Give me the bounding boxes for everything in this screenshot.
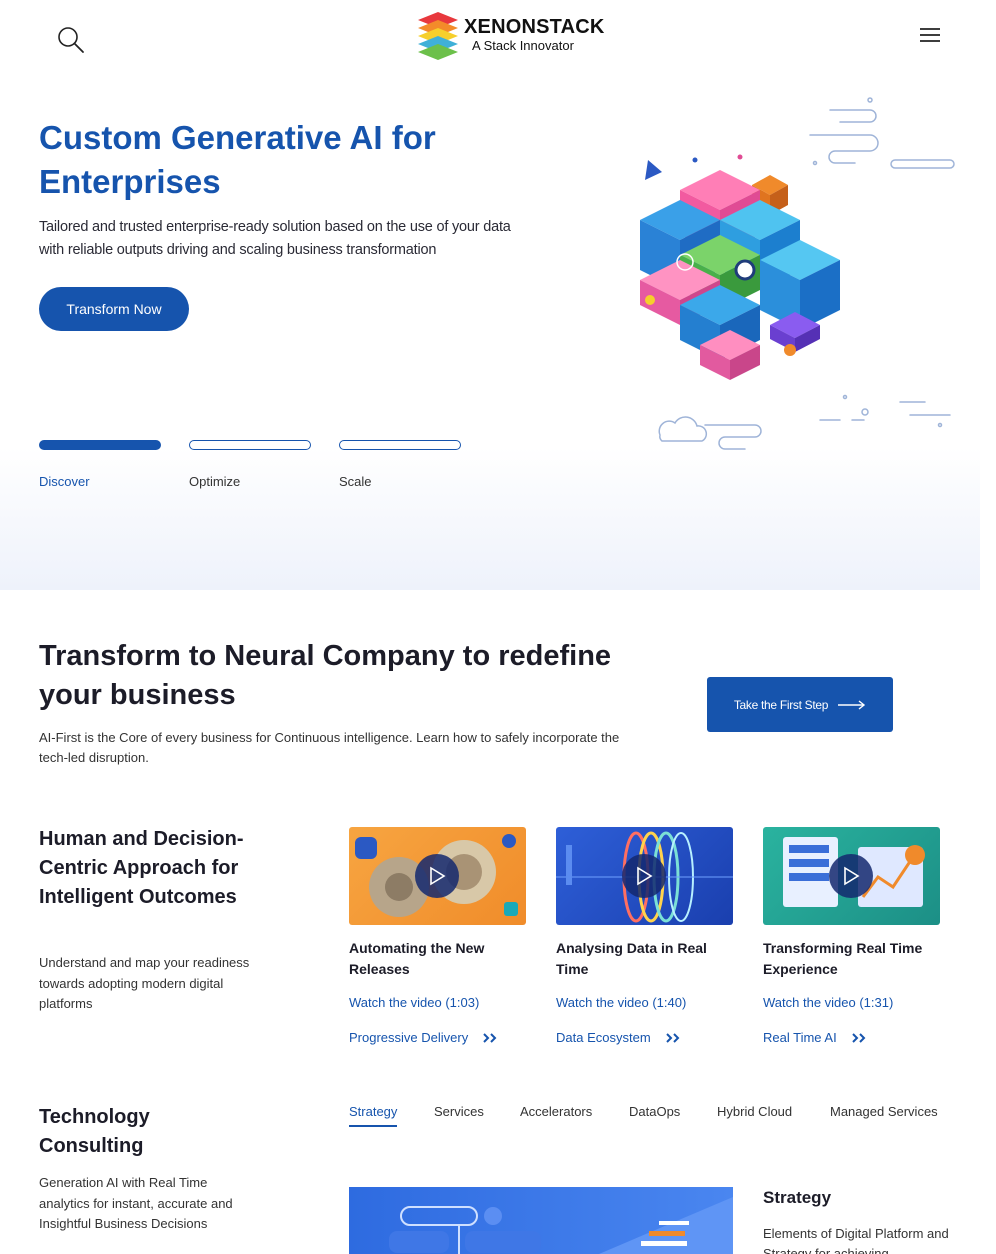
tab-hybrid-cloud[interactable]: Hybrid Cloud <box>717 1104 792 1119</box>
transform-now-button[interactable]: Transform Now <box>39 287 189 331</box>
consulting-tabs: Strategy Services Accelerators DataOps H… <box>349 1104 949 1130</box>
search-icon[interactable] <box>56 25 86 55</box>
hero-title: Custom Generative AI for Enterprises <box>39 119 436 200</box>
logo[interactable]: XENONSTACK A Stack Innovator <box>414 10 604 60</box>
topic-link-label: Data Ecosystem <box>556 1030 651 1045</box>
step-progress-bar <box>189 440 311 450</box>
logo-mark-icon <box>418 12 458 60</box>
topic-link-label: Real Time AI <box>763 1030 837 1045</box>
tab-strategy[interactable]: Strategy <box>349 1104 398 1127</box>
step-discover[interactable]: Discover <box>39 440 161 489</box>
play-icon[interactable] <box>415 854 459 898</box>
strategy-illustration <box>349 1187 733 1254</box>
video-title: Analysing Data in Real Time <box>556 940 707 977</box>
video-card: Analysing Data in Real Time Watch the vi… <box>556 827 736 1045</box>
hero-description: Tailored and trusted enterprise-ready so… <box>39 219 511 258</box>
consulting-title: Technology Consulting <box>39 1106 150 1157</box>
step-label: Discover <box>39 474 90 489</box>
take-first-step-label: Take the First Step <box>733 697 829 712</box>
step-scale[interactable]: Scale <box>339 440 461 489</box>
double-chevron-right-icon <box>483 1032 497 1043</box>
step-progress-bar <box>39 440 161 450</box>
hero-section: Custom Generative AI for Enterprises Tai… <box>0 80 980 590</box>
watch-video-link[interactable]: Watch the video (1:40) <box>556 995 736 1010</box>
step-label: Optimize <box>189 474 241 489</box>
hamburger-menu-icon[interactable] <box>916 24 944 46</box>
hero-step-indicator: Discover Optimize Scale <box>39 440 479 490</box>
step-label: Scale <box>339 474 372 489</box>
topic-link[interactable]: Real Time AI <box>763 1030 943 1045</box>
step-progress-bar <box>339 440 461 450</box>
human-centric-title: Human and Decision-Centric Approach for … <box>39 828 244 908</box>
tab-services[interactable]: Services <box>434 1104 484 1119</box>
double-chevron-right-icon <box>665 1032 680 1043</box>
hero-illustration <box>640 97 955 450</box>
video-card: Transforming Real Time Experience Watch … <box>763 827 943 1045</box>
double-chevron-right-icon <box>851 1032 866 1043</box>
tab-panel-description: Elements of Digital Platform and Strateg… <box>763 1226 949 1254</box>
human-centric-description: Understand and map your readiness toward… <box>39 955 250 1011</box>
video-title: Transforming Real Time Experience <box>763 940 923 977</box>
transform-description: AI-First is the Core of every business f… <box>39 730 620 765</box>
transform-title: Transform to Neural Company to redefine … <box>39 640 612 711</box>
topic-link[interactable]: Progressive Delivery <box>349 1030 529 1045</box>
logo-tagline: A Stack Innovator <box>472 38 574 53</box>
play-icon[interactable] <box>622 854 666 898</box>
video-thumbnail[interactable] <box>763 827 940 925</box>
step-optimize[interactable]: Optimize <box>189 440 311 489</box>
tab-accelerators[interactable]: Accelerators <box>520 1104 592 1119</box>
watch-video-link[interactable]: Watch the video (1:03) <box>349 995 529 1010</box>
topic-link[interactable]: Data Ecosystem <box>556 1030 736 1045</box>
watch-video-link[interactable]: Watch the video (1:31) <box>763 995 943 1010</box>
logo-name: XENONSTACK <box>464 16 605 38</box>
take-first-step-button[interactable]: Take the First Step <box>707 677 893 732</box>
arrow-right-icon <box>838 699 866 710</box>
play-icon[interactable] <box>829 854 873 898</box>
video-card: Automating the New Releases Watch the vi… <box>349 827 529 1045</box>
tab-dataops[interactable]: DataOps <box>629 1104 680 1119</box>
tab-managed-services[interactable]: Managed Services <box>830 1104 938 1119</box>
video-thumbnail[interactable] <box>349 827 526 925</box>
video-title: Automating the New Releases <box>349 940 485 977</box>
video-thumbnail[interactable] <box>556 827 733 925</box>
site-header: XENONSTACK A Stack Innovator <box>0 0 996 80</box>
topic-link-label: Progressive Delivery <box>349 1030 469 1045</box>
tab-panel-title: Strategy <box>763 1188 832 1207</box>
consulting-description: Generation AI with Real Time analytics f… <box>39 1175 233 1231</box>
